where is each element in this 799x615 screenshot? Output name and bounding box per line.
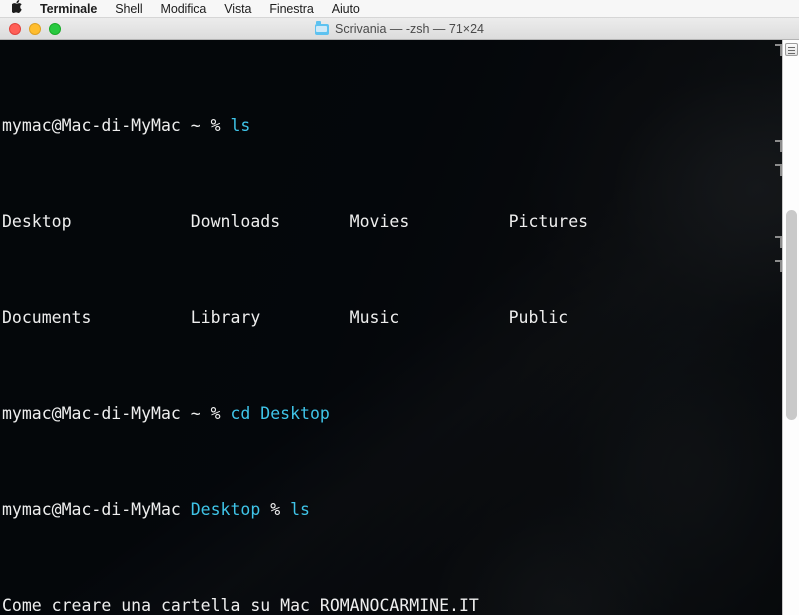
menu-item-modifica[interactable]: Modifica — [152, 0, 216, 18]
prompt-marker — [775, 236, 782, 248]
terminal-scrollbar[interactable] — [782, 40, 799, 615]
command-output: Desktop Downloads Movies Pictures — [2, 212, 589, 231]
terminal-body[interactable]: mymac@Mac-di-MyMac ~ % ls Desktop Downlo… — [0, 40, 782, 615]
command-output: Documents Library Music Public — [2, 308, 569, 327]
shell-prompt: mymac@Mac-di-MyMac ~ % — [2, 116, 231, 135]
folder-icon — [314, 21, 329, 35]
prompt-marker — [775, 44, 782, 56]
terminal-line: Desktop Downloads Movies Pictures — [2, 210, 782, 234]
terminal-line: Documents Library Music Public — [2, 306, 782, 330]
terminal-line: mymac@Mac-di-MyMac ~ % ls — [2, 114, 782, 138]
prompt-marker — [775, 260, 782, 272]
menu-item-vista[interactable]: Vista — [215, 0, 260, 18]
prompt-marker — [775, 164, 782, 176]
scroll-options-button[interactable] — [785, 43, 798, 56]
macos-menu-bar: Terminale Shell Modifica Vista Finestra … — [0, 0, 799, 18]
command-output: Come creare una cartella su Mac ROMANOCA… — [2, 596, 479, 615]
window-title-bar[interactable]: Scrivania — -zsh — 71×24 — [0, 18, 799, 40]
menu-item-shell[interactable]: Shell — [106, 0, 151, 18]
close-button[interactable] — [9, 22, 21, 35]
shell-prompt: mymac@Mac-di-MyMac ~ % — [2, 404, 231, 423]
zoom-button[interactable] — [49, 22, 61, 35]
shell-command: ls — [290, 500, 310, 519]
minimize-button[interactable] — [29, 22, 41, 35]
prompt-separator: % — [260, 500, 291, 519]
window-traffic-lights — [0, 22, 61, 35]
shell-command: cd Desktop — [230, 404, 330, 423]
menu-item-finestra[interactable]: Finestra — [260, 0, 322, 18]
terminal-window: Scrivania — -zsh — 71×24 mymac@Mac-di-My… — [0, 18, 799, 615]
menu-item-terminale[interactable]: Terminale — [31, 0, 106, 18]
menu-item-aiuto[interactable]: Aiuto — [323, 0, 369, 18]
prompt-directory: Desktop — [190, 500, 261, 519]
window-title-text: Scrivania — -zsh — 71×24 — [334, 22, 485, 36]
prompt-marker — [775, 140, 782, 152]
scrollbar-thumb[interactable] — [786, 210, 797, 420]
shell-command: ls — [230, 116, 251, 135]
terminal-line: mymac@Mac-di-MyMac Desktop % ls — [2, 498, 782, 522]
window-title: Scrivania — -zsh — 71×24 — [0, 18, 799, 40]
shell-prompt: mymac@Mac-di-MyMac — [2, 500, 191, 519]
apple-logo-icon[interactable] — [10, 0, 31, 17]
terminal-line: Come creare una cartella su Mac ROMANOCA… — [2, 594, 782, 615]
terminal-line: mymac@Mac-di-MyMac ~ % cd Desktop — [2, 402, 782, 426]
terminal-screen[interactable]: mymac@Mac-di-MyMac ~ % ls Desktop Downlo… — [0, 40, 782, 615]
